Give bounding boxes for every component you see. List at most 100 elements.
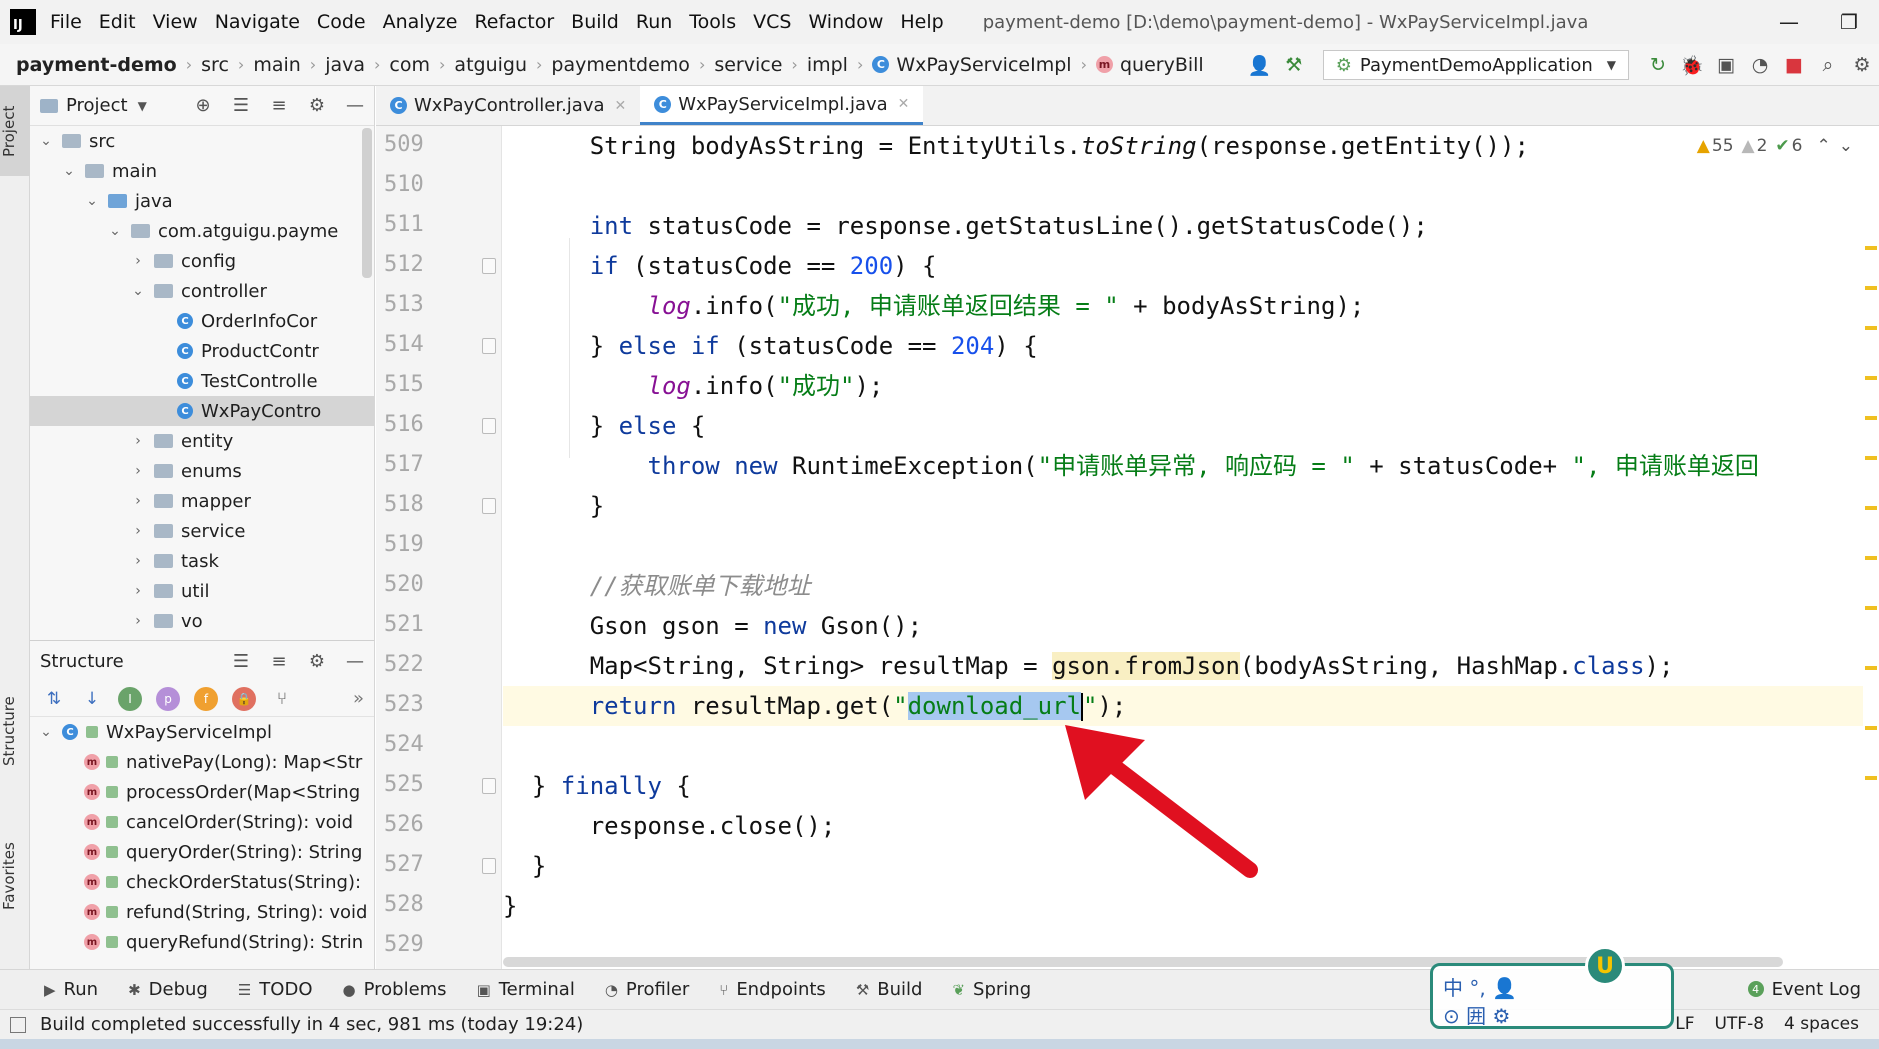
menu-build[interactable]: Build <box>571 11 619 33</box>
more-icon[interactable]: » <box>353 688 364 709</box>
warning-marker[interactable] <box>1865 456 1877 460</box>
project-scrollbar[interactable] <box>362 128 372 278</box>
line-number[interactable]: 512 <box>384 252 424 277</box>
code-line-521[interactable]: Gson gson = new Gson(); <box>503 606 1863 646</box>
terminal-tool-button[interactable]: ▣ Terminal <box>477 979 575 1000</box>
breadcrumb-paymentdemo[interactable]: paymentdemo <box>551 54 690 76</box>
code-line-520[interactable]: //获取账单下载地址 <box>503 566 1863 606</box>
structure-method-item[interactable]: m queryRefund(String): Strin <box>30 927 374 957</box>
locate-icon[interactable]: ⊕ <box>184 95 222 116</box>
project-tree-item[interactable]: ⌄ main <box>30 156 374 186</box>
chevron-up-icon[interactable]: ⌃ <box>1817 136 1831 156</box>
code-line-513[interactable]: log.info("成功, 申请账单返回结果 = " + bodyAsStrin… <box>503 286 1863 326</box>
build-hammer-icon[interactable]: ⚒ <box>1277 54 1311 76</box>
endpoints-tool-button[interactable]: ⑂ Endpoints <box>719 979 826 1000</box>
menu-analyze[interactable]: Analyze <box>383 11 458 33</box>
code-line-522[interactable]: Map<String, String> resultMap = gson.fro… <box>503 646 1863 686</box>
tab-wxpaycontroller[interactable]: C WxPayController.java ✕ <box>376 86 640 125</box>
code-line-517[interactable]: throw new RuntimeException("申请账单异常, 响应码 … <box>503 446 1863 486</box>
spring-tool-button[interactable]: ❦ Spring <box>952 979 1031 1000</box>
chevron-right-icon[interactable]: › <box>130 463 146 479</box>
favorites-tool-tab[interactable]: Favorites <box>0 826 30 926</box>
code-line-519[interactable] <box>503 526 1863 566</box>
show-fields-icon[interactable]: f <box>194 686 218 711</box>
breadcrumb-service[interactable]: service <box>714 54 782 76</box>
ime-toolbar[interactable]: U 中 °, 👤 ⊙ 囲 ⚙ <box>1430 946 1674 1029</box>
project-tree-item[interactable]: ⌄ java <box>30 186 374 216</box>
warning-marker[interactable] <box>1865 726 1877 730</box>
close-icon[interactable]: ✕ <box>898 96 910 112</box>
gear-icon[interactable]: ⚙ <box>298 651 336 672</box>
restore-icon[interactable]: ❐ <box>1819 10 1879 34</box>
code-line-516[interactable]: } else { <box>503 406 1863 446</box>
line-number[interactable]: 524 <box>384 732 424 757</box>
breadcrumb-impl[interactable]: impl <box>807 54 848 76</box>
event-log-button[interactable]: 4 Event Log <box>1747 969 1861 1009</box>
chevron-down-icon[interactable]: ⌄ <box>1839 136 1853 156</box>
code-line-514[interactable]: } else if (statusCode == 204) { <box>503 326 1863 366</box>
minimize-icon[interactable]: — <box>1759 10 1819 34</box>
line-number[interactable]: 511 <box>384 212 424 237</box>
line-number[interactable]: 529 <box>384 932 424 957</box>
fold-marker-icon[interactable] <box>482 258 496 274</box>
code-line-515[interactable]: log.info("成功"); <box>503 366 1863 406</box>
profile-icon[interactable]: ◔ <box>1743 54 1777 76</box>
project-tree-item[interactable]: › entity <box>30 426 374 456</box>
warning-marker[interactable] <box>1865 556 1877 560</box>
line-separator-widget[interactable]: LF <box>1675 1014 1694 1034</box>
line-number[interactable]: 518 <box>384 492 424 517</box>
build-tool-button[interactable]: ⚒ Build <box>856 979 923 1000</box>
project-tree-item[interactable]: ⌄ controller <box>30 276 374 306</box>
project-tree-item[interactable]: › mapper <box>30 486 374 516</box>
breadcrumb-com[interactable]: com <box>389 54 430 76</box>
line-number[interactable]: 522 <box>384 652 424 677</box>
warning-marker[interactable] <box>1865 506 1877 510</box>
fold-marker-icon[interactable] <box>482 778 496 794</box>
search-icon[interactable]: ⌕ <box>1811 54 1845 76</box>
indent-widget[interactable]: 4 spaces <box>1784 1014 1859 1034</box>
menu-code[interactable]: Code <box>317 11 366 33</box>
tab-wxpayserviceimpl[interactable]: C WxPayServiceImpl.java ✕ <box>640 86 924 125</box>
hide-icon[interactable]: — <box>336 95 374 116</box>
menu-tools[interactable]: Tools <box>689 11 736 33</box>
chevron-right-icon[interactable]: › <box>130 253 146 269</box>
show-inherited-icon[interactable]: I <box>118 686 142 711</box>
breadcrumb-class[interactable]: C WxPayServiceImpl <box>872 54 1072 76</box>
project-tree-item[interactable]: › enums <box>30 456 374 486</box>
line-number[interactable]: 525 <box>384 772 424 797</box>
project-tree-item[interactable]: ⌄ src <box>30 126 374 156</box>
line-number[interactable]: 510 <box>384 172 424 197</box>
tool-window-toggle-icon[interactable] <box>10 1016 26 1033</box>
collapse-all-icon[interactable]: ≡ <box>260 95 298 116</box>
user-icon[interactable]: 👤 <box>1243 54 1277 77</box>
chevron-right-icon[interactable]: › <box>130 583 146 599</box>
chevron-down-icon[interactable]: ⌄ <box>130 283 146 299</box>
breadcrumb-project[interactable]: payment-demo <box>16 54 177 76</box>
line-number[interactable]: 528 <box>384 892 424 917</box>
chevron-right-icon[interactable]: › <box>130 613 146 629</box>
line-number[interactable]: 523 <box>384 692 424 717</box>
show-non-public-icon[interactable]: 🔒 <box>232 686 256 711</box>
warning-marker[interactable] <box>1865 326 1877 330</box>
line-number[interactable]: 520 <box>384 572 424 597</box>
menu-help[interactable]: Help <box>900 11 943 33</box>
status-message[interactable]: Build completed successfully in 4 sec, 9… <box>40 1014 583 1035</box>
chevron-down-icon[interactable]: ⌄ <box>107 223 123 239</box>
fold-marker-icon[interactable] <box>482 858 496 874</box>
expand-all-icon[interactable]: ☰ <box>222 95 260 116</box>
inspection-widget[interactable]: ▲ 55 ▲ 2 ✔ 6 ⌃ ⌄ <box>1689 136 1853 156</box>
settings-icon[interactable]: ⚙ <box>1845 54 1879 76</box>
structure-method-item[interactable]: m cancelOrder(String): void <box>30 807 374 837</box>
line-number[interactable]: 526 <box>384 812 424 837</box>
project-tool-tab[interactable]: Project <box>0 86 30 176</box>
structure-method-item[interactable]: m processOrder(Map<String <box>30 777 374 807</box>
structure-root[interactable]: ⌄ C WxPayServiceImpl <box>30 717 374 747</box>
fold-marker-icon[interactable] <box>482 418 496 434</box>
warning-marker[interactable] <box>1865 286 1877 290</box>
code-line-528[interactable]: } <box>503 886 1863 926</box>
menu-view[interactable]: View <box>153 11 198 33</box>
breadcrumb-main[interactable]: main <box>253 54 300 76</box>
project-tree-item[interactable]: C OrderInfoCor <box>30 306 374 336</box>
menu-edit[interactable]: Edit <box>99 11 136 33</box>
chevron-down-icon[interactable]: ▼ <box>138 99 147 113</box>
